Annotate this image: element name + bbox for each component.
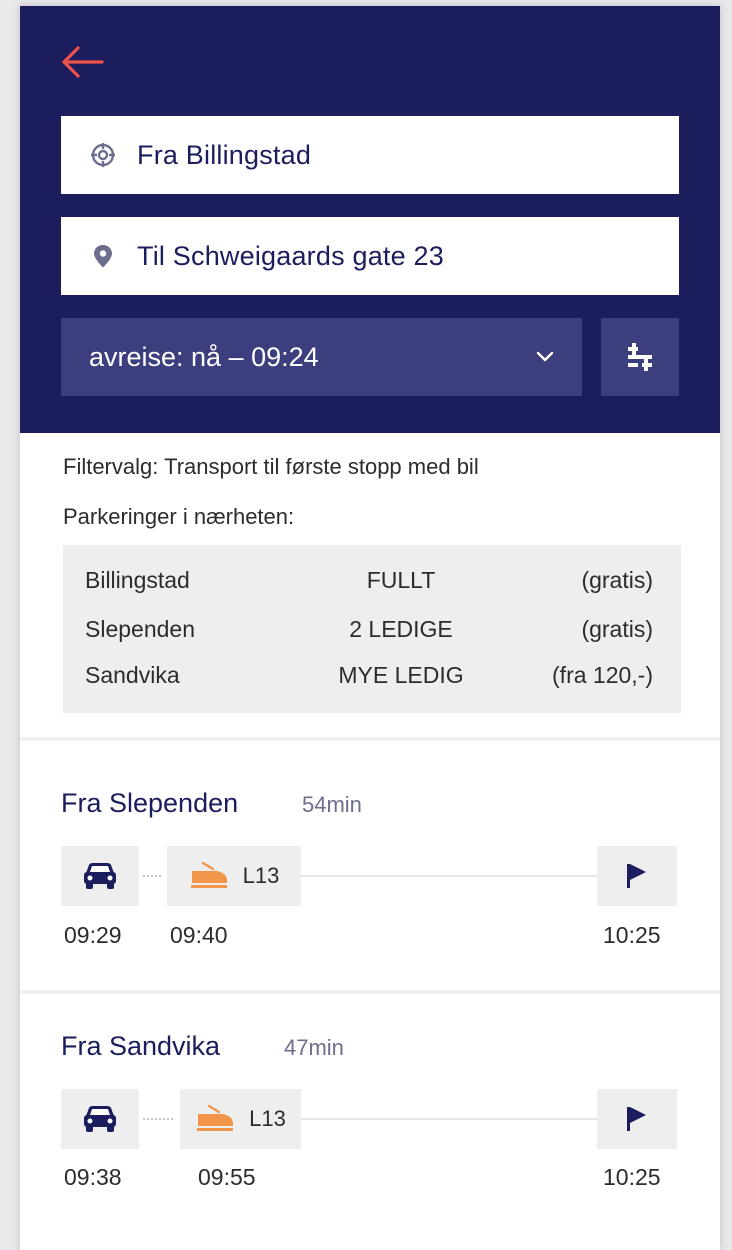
trip-duration: 54min [302,792,362,817]
train-departure-time: 09:55 [198,1164,256,1190]
to-field[interactable]: Til Schweigaards gate 23 [61,217,679,295]
car-leg [61,1089,139,1149]
destination-leg [597,1089,677,1149]
parking-place: Sandvika [85,662,180,688]
app-frame: Fra Billingstad Til Schweigaards gate 23… [20,6,720,1250]
section-divider [20,990,720,994]
parking-status: FULLT [366,567,436,593]
parking-price: (fra 120,-) [552,662,653,688]
parking-price: (gratis) [581,567,653,593]
route-line [301,875,597,877]
map-pin-icon [91,244,115,268]
transfer-connector [143,875,161,877]
search-header: Fra Billingstad Til Schweigaards gate 23… [20,6,720,433]
back-button[interactable] [58,42,106,82]
route-line [301,1118,597,1120]
filter-summary: Filtervalg: Transport til første stopp m… [63,454,479,479]
parking-row: Billingstad FULLT (gratis) [63,567,681,597]
from-value: Fra Billingstad [137,139,312,170]
parking-table: Billingstad FULLT (gratis) Slependen 2 L… [63,545,681,713]
arrival-time: 10:25 [603,922,661,948]
parking-status: MYE LEDIG [338,662,464,688]
parking-place: Slependen [85,616,195,642]
from-field[interactable]: Fra Billingstad [61,116,679,194]
flag-icon [627,864,646,888]
arrow-left-icon [62,46,104,78]
car-icon [84,1106,116,1132]
parking-title: Parkeringer i nærheten: [63,504,295,529]
parking-row: Slependen 2 LEDIGE (gratis) [63,616,681,646]
trip-duration: 47min [284,1035,344,1060]
arrival-time: 10:25 [603,1164,661,1190]
car-departure-time: 09:38 [64,1164,122,1190]
train-line: L13 [249,1106,286,1131]
trip-title: Fra Sandvika [61,1031,221,1061]
to-value: Til Schweigaards gate 23 [137,240,444,271]
car-icon [84,863,116,889]
train-departure-time: 09:40 [170,922,228,948]
destination-leg [597,846,677,906]
parking-row: Sandvika MYE LEDIG (fra 120,-) [63,662,681,692]
car-departure-time: 09:29 [64,922,122,948]
crosshair-icon [91,143,115,167]
train-line: L13 [242,863,280,888]
train-leg: L13 [167,846,301,906]
departure-time-select[interactable]: avreise: nå – 09:24 [61,318,582,396]
section-divider [20,737,720,741]
parking-status: 2 LEDIGE [349,616,453,642]
parking-price: (gratis) [581,616,653,642]
train-icon [190,861,227,888]
trip-title: Fra Slependen [61,788,239,818]
train-leg: L13 [180,1089,301,1149]
departure-label: avreise: nå – 09:24 [89,341,319,372]
flag-icon [627,1107,646,1131]
train-icon [197,1104,234,1131]
chevron-down-icon [536,351,554,363]
transfer-connector [143,1118,173,1120]
parking-place: Billingstad [85,567,190,593]
filter-sliders-icon [628,343,652,371]
car-leg [61,846,139,906]
filter-button[interactable] [601,318,679,396]
